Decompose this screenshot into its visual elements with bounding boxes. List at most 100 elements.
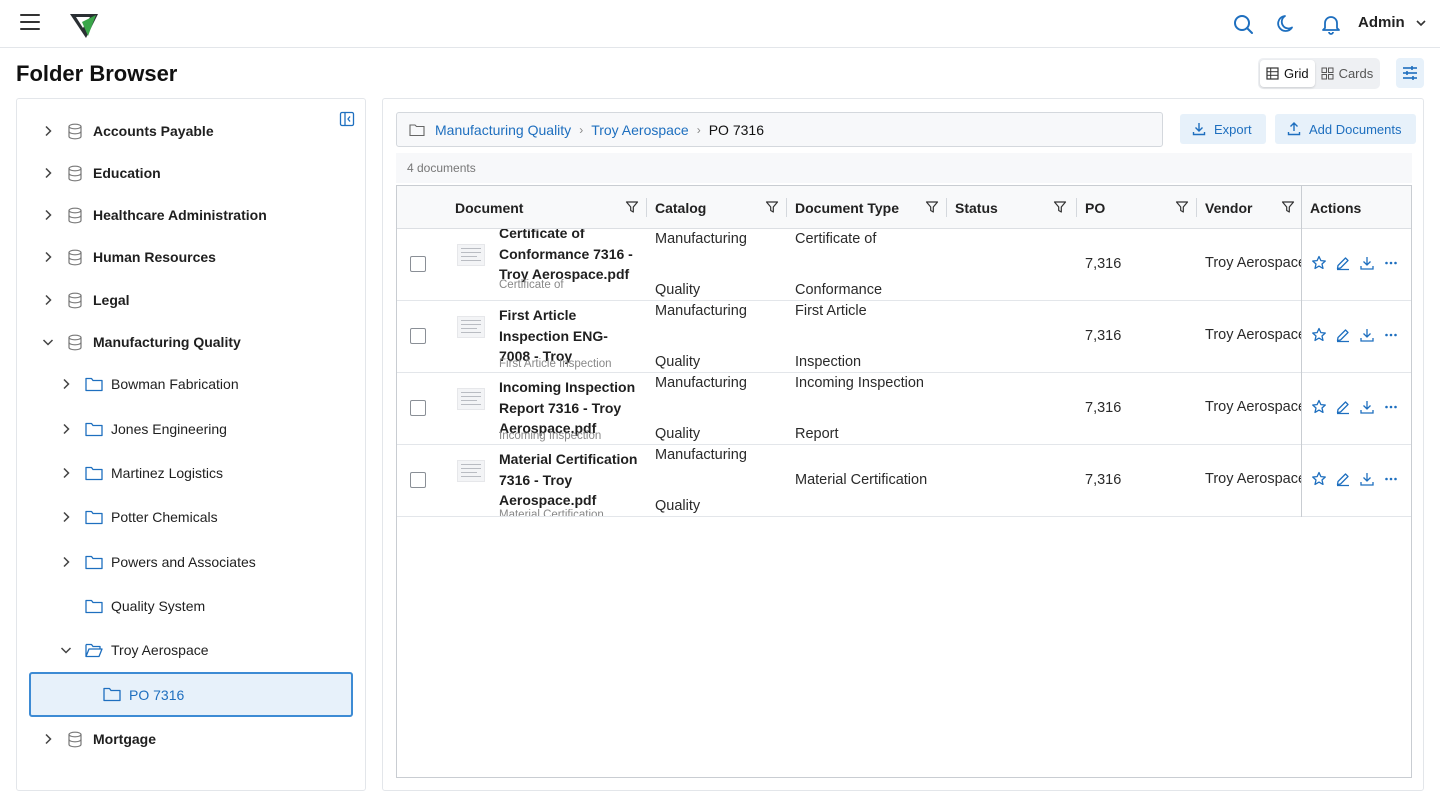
document-thumbnail[interactable] [457,244,485,266]
column-header-document-type[interactable]: Document Type [795,186,945,229]
column-header-vendor[interactable]: Vendor [1205,186,1301,229]
add-documents-button[interactable]: Add Documents [1275,114,1416,144]
catalog-cell: Manufacturing [655,303,747,319]
tree-item-legal[interactable]: Legal [41,280,130,320]
download-icon[interactable] [1359,327,1375,343]
more-icon[interactable] [1383,327,1399,343]
document-subtitle: First Article Inspection [499,358,612,370]
column-header-catalog[interactable]: Catalog [655,186,785,229]
chevron-right-icon[interactable] [59,422,73,436]
database-icon [68,292,82,308]
column-separator[interactable] [946,198,947,217]
user-menu[interactable]: Admin [1358,14,1427,31]
column-header-po[interactable]: PO [1085,186,1195,229]
tree-item-powers-and-associates[interactable]: Powers and Associates [59,542,256,582]
folder-icon [85,422,103,436]
tree-item-label: Accounts Payable [93,123,214,139]
document-thumbnail[interactable] [457,460,485,482]
tree-item-jones-engineering[interactable]: Jones Engineering [59,409,227,449]
chevron-down-icon[interactable] [41,335,55,349]
settings-button[interactable] [1396,58,1424,88]
row-checkbox[interactable] [410,400,426,416]
table-row[interactable]: Certificate of Conformance 7316 - Troy A… [397,229,1411,301]
filter-icon[interactable] [925,200,939,214]
chevron-right-icon[interactable] [41,293,55,307]
pencil-icon[interactable] [1335,327,1351,343]
chevron-right-icon[interactable] [59,555,73,569]
bell-icon[interactable] [1320,13,1342,35]
document-name[interactable]: Certificate of Conformance 7316 - Troy A… [499,229,639,285]
pencil-icon[interactable] [1335,255,1351,271]
export-button[interactable]: Export [1180,114,1266,144]
download-icon[interactable] [1359,471,1375,487]
tree-item-bowman-fabrication[interactable]: Bowman Fabrication [59,364,239,404]
chevron-right-icon[interactable] [41,250,55,264]
column-header-label: Vendor [1205,199,1253,216]
search-icon[interactable] [1232,13,1254,35]
pencil-icon[interactable] [1335,399,1351,415]
column-header-status[interactable]: Status [955,186,1073,229]
tree-item-healthcare-administration[interactable]: Healthcare Administration [41,195,267,235]
table-row[interactable]: Material Certification 7316 - Troy Aeros… [397,445,1411,517]
moon-icon[interactable] [1276,13,1298,35]
document-name[interactable]: Material Certification 7316 - Troy Aeros… [499,449,639,511]
tree-item-human-resources[interactable]: Human Resources [41,237,216,277]
grid-view-button[interactable]: Grid [1260,60,1315,87]
tree-item-label: Potter Chemicals [111,509,218,525]
star-icon[interactable] [1311,327,1327,343]
po-cell: 7,316 [1085,472,1122,488]
tree-item-education[interactable]: Education [41,153,161,193]
document-thumbnail[interactable] [457,316,485,338]
row-checkbox[interactable] [410,256,426,272]
chevron-right-icon[interactable] [41,166,55,180]
filter-icon[interactable] [1053,200,1067,214]
column-header-actions[interactable]: Actions [1310,186,1410,229]
filter-icon[interactable] [1281,200,1295,214]
table-row[interactable]: Incoming Inspection Report 7316 - Troy A… [397,373,1411,445]
column-separator[interactable] [786,198,787,217]
more-icon[interactable] [1383,471,1399,487]
menu-icon[interactable] [20,14,40,32]
tree-item-accounts-payable[interactable]: Accounts Payable [41,111,214,151]
breadcrumb-separator-icon: › [579,122,584,137]
row-checkbox[interactable] [410,328,426,344]
star-icon[interactable] [1311,399,1327,415]
chevron-right-icon[interactable] [41,208,55,222]
chevron-right-icon[interactable] [59,466,73,480]
tree-item-po-7316[interactable]: PO 7316 [29,672,353,717]
chevron-right-icon[interactable] [59,510,73,524]
more-icon[interactable] [1383,255,1399,271]
download-icon[interactable] [1359,399,1375,415]
breadcrumb-manufacturing-quality[interactable]: Manufacturing Quality [435,122,571,138]
column-separator[interactable] [646,198,647,217]
chevron-right-icon[interactable] [59,377,73,391]
tree-item-icon [67,248,85,266]
tree-item-troy-aerospace[interactable]: Troy Aerospace [59,630,209,670]
pencil-icon[interactable] [1335,471,1351,487]
breadcrumb-troy-aerospace[interactable]: Troy Aerospace [591,122,689,138]
chevron-down-icon[interactable] [59,643,73,657]
document-thumbnail[interactable] [457,388,485,410]
tree-item-martinez-logistics[interactable]: Martinez Logistics [59,453,223,493]
star-icon[interactable] [1311,471,1327,487]
folder-open-icon [85,643,103,657]
chevron-right-icon[interactable] [41,732,55,746]
tree-item-potter-chemicals[interactable]: Potter Chemicals [59,497,218,537]
row-checkbox[interactable] [410,472,426,488]
column-separator[interactable] [1076,198,1077,217]
tree-item-mortgage[interactable]: Mortgage [41,719,156,759]
column-header-document[interactable]: Document [455,186,645,229]
tree-item-manufacturing-quality[interactable]: Manufacturing Quality [41,322,241,362]
panel-collapse-icon[interactable] [339,111,355,127]
star-icon[interactable] [1311,255,1327,271]
more-icon[interactable] [1383,399,1399,415]
filter-icon[interactable] [765,200,779,214]
filter-icon[interactable] [1175,200,1189,214]
download-icon[interactable] [1359,255,1375,271]
cards-view-button[interactable]: Cards [1315,60,1380,87]
column-separator[interactable] [1196,198,1197,217]
chevron-right-icon[interactable] [41,124,55,138]
table-row[interactable]: First Article Inspection ENG-7008 - Troy… [397,301,1411,373]
filter-icon[interactable] [625,200,639,214]
tree-item-quality-system[interactable]: Quality System [59,586,205,626]
